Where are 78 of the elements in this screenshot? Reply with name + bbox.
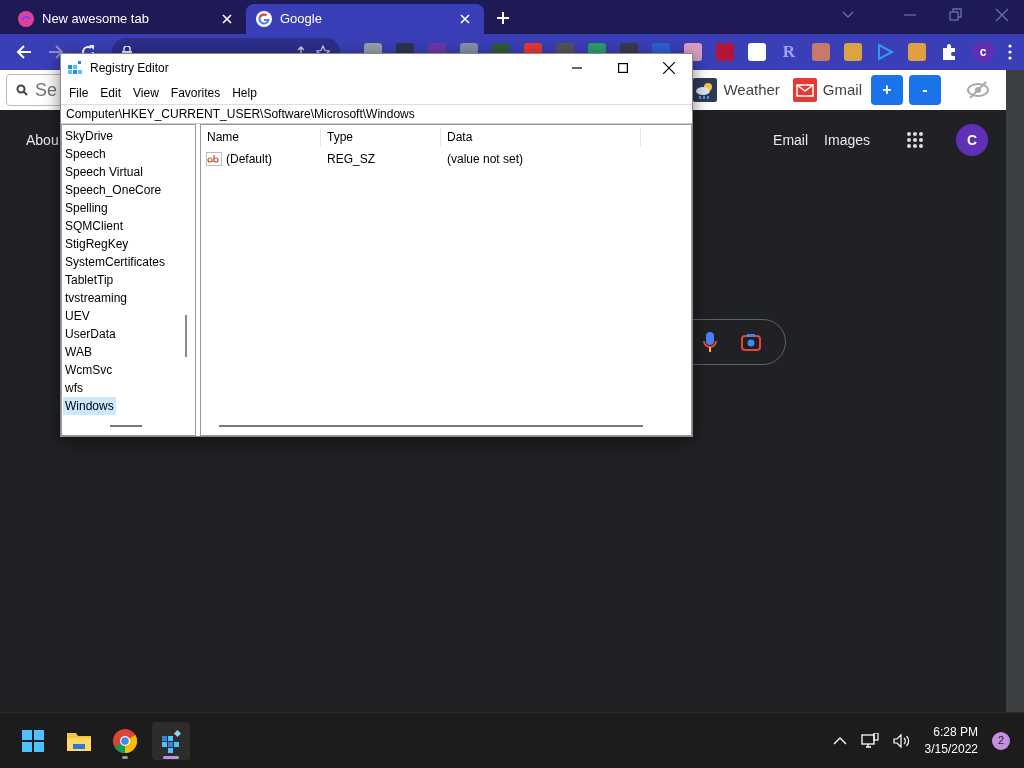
path-field[interactable]: Computer\HKEY_CURRENT_USER\Software\Microsoft\Windows	[61, 104, 692, 124]
menu-item[interactable]: Favorites	[164, 84, 227, 102]
tree-item[interactable]: StigRegKey	[63, 235, 195, 253]
profile-button[interactable]: c	[972, 41, 994, 63]
tab-favicon-icon	[18, 11, 34, 27]
clock-date[interactable]: 3/15/2022	[924, 740, 978, 758]
column-header[interactable]: Data	[441, 128, 641, 146]
menu-item[interactable]: View	[127, 84, 165, 102]
restore-icon[interactable]	[948, 7, 964, 23]
camera-icon[interactable]	[741, 333, 761, 351]
tree-item[interactable]: Spelling	[63, 199, 195, 217]
column-header[interactable]: Type	[321, 128, 441, 146]
registry-icon	[67, 60, 83, 76]
taskbar-app-button[interactable]	[152, 721, 190, 760]
scrollbar-thumb[interactable]	[185, 315, 187, 357]
tree-item[interactable]: TabletTip	[63, 271, 195, 289]
menu-item[interactable]: Edit	[94, 84, 128, 102]
back-icon[interactable]	[16, 44, 32, 60]
scrollbar-thumb[interactable]	[110, 425, 142, 427]
zoom-out-button[interactable]: -	[909, 75, 941, 105]
tree-item[interactable]: WcmSvc	[63, 361, 195, 379]
bookmark-link[interactable]: Weather	[723, 78, 780, 102]
tree-item[interactable]: SystemCertificates	[63, 253, 195, 271]
tree-item[interactable]: UEV	[63, 307, 195, 325]
tab-title: New awesome tab	[42, 10, 150, 29]
table-cell-text: (Default)	[226, 151, 272, 168]
close-icon	[222, 14, 232, 24]
nav-link[interactable]: Images	[824, 129, 870, 151]
search-icon	[16, 84, 28, 96]
notification-badge[interactable]: 2	[992, 731, 1010, 750]
tab-title: Google	[280, 10, 323, 29]
tree-item[interactable]: WAB	[63, 343, 195, 361]
puzzle-icon[interactable]	[940, 43, 958, 61]
tree-item[interactable]: SQMClient	[63, 217, 195, 235]
tree-item[interactable]: SkyDrive	[63, 127, 195, 145]
tree-item[interactable]: Speech Virtual	[63, 163, 195, 181]
table-cell-text: (value not set)	[446, 151, 524, 168]
apps-grid-icon[interactable]	[906, 131, 924, 149]
table-cell-text: REG_SZ	[326, 151, 376, 168]
browser-tab[interactable]: Google	[246, 4, 484, 34]
close-icon	[460, 14, 470, 24]
close-icon[interactable]	[994, 7, 1010, 23]
tree-item[interactable]: tvstreaming	[63, 289, 195, 307]
start-icon	[20, 727, 46, 754]
mail-icon[interactable]	[792, 78, 817, 102]
tree-item[interactable]: wfs	[63, 379, 195, 397]
string-value-icon	[206, 151, 222, 167]
weather-icon[interactable]	[693, 78, 718, 102]
google-icon	[256, 11, 272, 27]
microphone-icon[interactable]	[703, 332, 717, 352]
menu-item[interactable]: Help	[226, 84, 263, 102]
chevron-up-icon[interactable]	[832, 735, 847, 746]
menu-item[interactable]: File	[63, 84, 95, 102]
column-header[interactable]: Name	[201, 128, 321, 146]
account-avatar[interactable]: C	[956, 124, 988, 156]
browser-tab[interactable]: New awesome tab	[8, 4, 246, 34]
network-icon[interactable]	[860, 732, 879, 749]
tree-item[interactable]: Speech_OneCore	[63, 181, 195, 199]
more-icon[interactable]	[1008, 44, 1012, 60]
scrollbar-thumb[interactable]	[219, 425, 643, 427]
tree-item[interactable]: Speech	[63, 145, 195, 163]
forward-icon[interactable]	[48, 44, 64, 60]
nav-link[interactable]: Abou	[26, 129, 59, 151]
scrollbar[interactable]	[1006, 70, 1024, 712]
chrome-icon	[112, 727, 138, 754]
close-icon	[663, 62, 675, 74]
nav-link[interactable]: Email	[773, 129, 809, 151]
maximize-icon	[618, 63, 628, 73]
play-icon[interactable]	[876, 43, 894, 61]
volume-icon[interactable]	[892, 732, 911, 749]
minimize-icon	[572, 67, 582, 69]
window-title: Registry Editor	[90, 60, 169, 77]
bookmark-link[interactable]: Gmail	[822, 78, 862, 102]
tree-item[interactable]: Windows	[63, 397, 116, 415]
zoom-in-button[interactable]: +	[871, 75, 903, 105]
new-tab-icon[interactable]	[496, 11, 510, 25]
clock-time[interactable]: 6:28 PM	[924, 723, 978, 741]
tree-item[interactable]: UserData	[63, 325, 195, 343]
